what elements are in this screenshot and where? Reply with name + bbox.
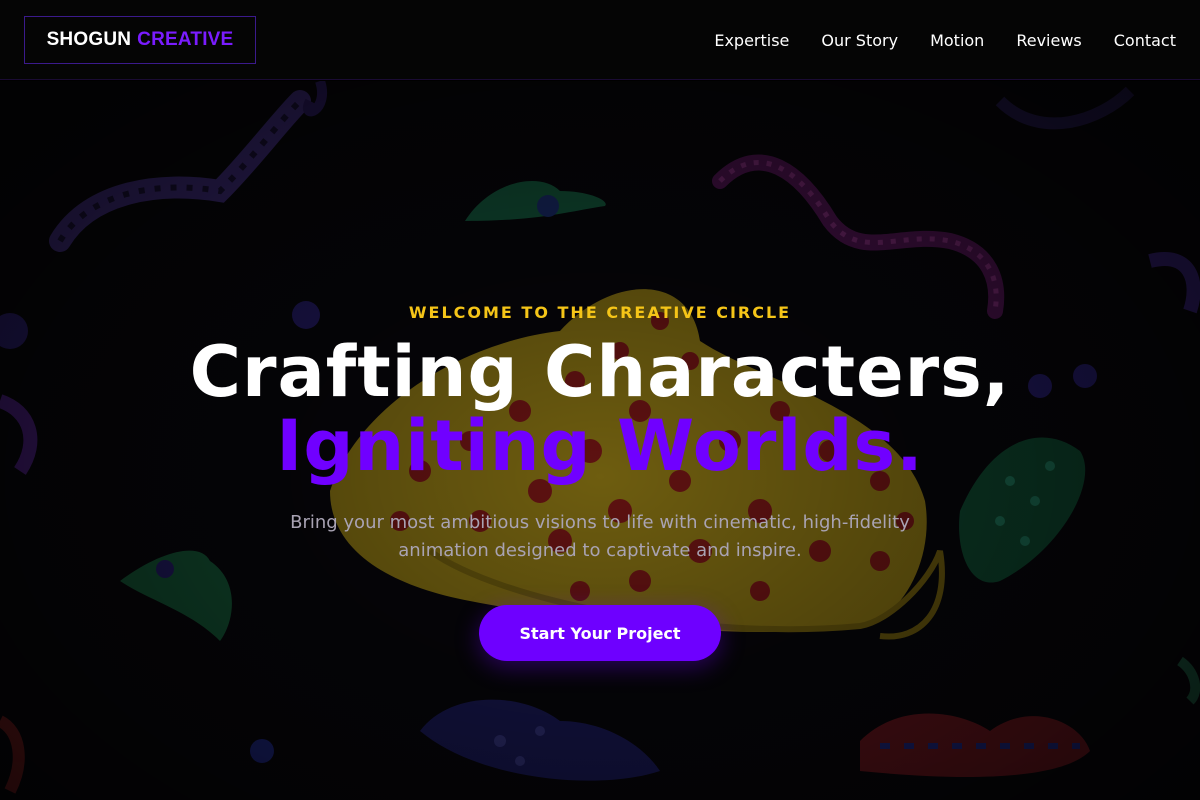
hero-subtitle: Bring your most ambitious visions to lif…: [290, 512, 910, 561]
headline-line-1: Crafting Characters,: [189, 331, 1011, 413]
hero-eyebrow: WELCOME TO THE CREATIVE CIRCLE: [408, 303, 792, 322]
nav-link-contact[interactable]: Contact: [1114, 31, 1176, 50]
logo[interactable]: SHOGUN CREATIVE: [24, 16, 256, 64]
headline-line-2: Igniting Worlds.: [276, 405, 924, 487]
logo-word-creative: CREATIVE: [137, 29, 234, 50]
start-project-button[interactable]: Start Your Project: [479, 605, 721, 661]
hero-section: WELCOME TO THE CREATIVE CIRCLE Crafting …: [0, 81, 1200, 800]
site-header: SHOGUN CREATIVE Expertise Our Story Moti…: [0, 0, 1200, 80]
nav-link-reviews[interactable]: Reviews: [1016, 31, 1081, 50]
logo-word-shogun: SHOGUN: [46, 29, 132, 50]
nav-link-our-story[interactable]: Our Story: [821, 31, 898, 50]
hero-headline: Crafting Characters, Igniting Worlds.: [0, 335, 1200, 483]
nav-link-expertise[interactable]: Expertise: [714, 31, 789, 50]
main-nav: Expertise Our Story Motion Reviews Conta…: [714, 0, 1176, 80]
nav-link-motion[interactable]: Motion: [930, 31, 984, 50]
